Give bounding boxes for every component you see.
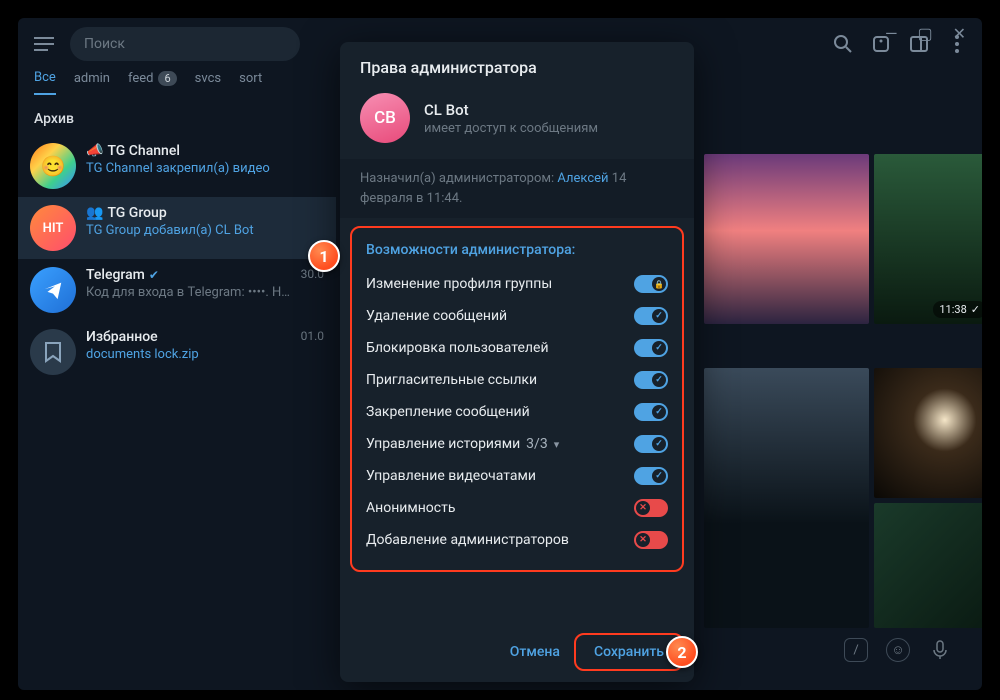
avatar — [30, 329, 76, 375]
chat-subtitle: TG Channel закрепил(а) видео — [86, 161, 324, 176]
profile-status: имеет доступ к сообщениям — [424, 121, 598, 136]
toggle[interactable]: ✕ — [634, 499, 668, 517]
annotation-callout-1: 1 — [308, 240, 340, 272]
maximize-button[interactable]: ▢ — [917, 24, 932, 43]
toggle[interactable]: 🔒 — [634, 275, 668, 293]
search-icon[interactable] — [830, 31, 856, 57]
chat-title: 👥 TG Group — [86, 205, 324, 221]
perm-pin-messages[interactable]: Закрепление сообщений ✓ — [362, 396, 672, 428]
admin-rights-modal: Права администратора CB CL Bot имеет дос… — [340, 42, 694, 682]
chat-item[interactable]: HIT 👥 TG Group TG Group добавил(а) CL Bo… — [18, 197, 336, 259]
emoji-icon[interactable]: ☺ — [886, 638, 910, 662]
tab-svcs[interactable]: svcs — [195, 71, 221, 94]
appointed-by-link[interactable]: Алексей — [557, 171, 608, 186]
hamburger-menu-icon[interactable] — [30, 30, 58, 58]
chat-list: 😊 📣 TG Channel TG Channel закрепил(а) ви… — [18, 135, 336, 383]
avatar — [30, 267, 76, 313]
media-thumb[interactable] — [874, 503, 982, 628]
toggle[interactable]: ✓ — [634, 435, 668, 453]
message-input-bar: / ☺ — [704, 630, 960, 670]
command-icon[interactable]: / — [844, 638, 868, 662]
modal-title: Права администратора — [340, 42, 694, 89]
chat-item[interactable]: 😊 📣 TG Channel TG Channel закрепил(а) ви… — [18, 135, 336, 197]
chat-item[interactable]: Telegram ✔ Код для входа в Telegram: •••… — [18, 259, 336, 321]
chat-title: Избранное — [86, 329, 291, 345]
avatar: HIT — [30, 205, 76, 251]
media-thumb[interactable]: 11:38✓ — [874, 154, 982, 324]
permissions-section: Возможности администратора: Изменение пр… — [350, 226, 684, 572]
search-placeholder: Поиск — [84, 36, 125, 52]
permissions-header: Возможности администратора: — [362, 240, 672, 268]
media-time-badge: 11:38✓ — [933, 301, 982, 318]
chat-subtitle: documents lock.zip — [86, 347, 291, 362]
tab-sort[interactable]: sort — [239, 71, 262, 94]
profile-avatar: CB — [360, 93, 410, 143]
tab-feed-badge: 6 — [158, 71, 176, 86]
chat-item[interactable]: Избранное documents lock.zip 01.0 — [18, 321, 336, 383]
tab-feed[interactable]: feed6 — [128, 71, 177, 94]
window-controls: — ▢ ✕ — [869, 18, 982, 49]
toggle[interactable]: ✕ — [634, 531, 668, 549]
perm-manage-stories[interactable]: Управление историями 3/3 ▾ ✓ — [362, 428, 672, 460]
voice-message-icon[interactable] — [928, 638, 952, 662]
tab-admin[interactable]: admin — [74, 71, 110, 94]
modal-profile: CB CL Bot имеет доступ к сообщениям — [340, 89, 694, 159]
perm-manage-videochats[interactable]: Управление видеочатами ✓ — [362, 460, 672, 492]
verified-icon: ✔ — [149, 268, 159, 282]
toggle[interactable]: ✓ — [634, 467, 668, 485]
modal-actions: Отмена Сохранить — [340, 626, 694, 682]
media-thumb[interactable] — [874, 368, 982, 498]
chat-time: 01.0 — [301, 329, 324, 343]
minimize-button[interactable]: — — [885, 24, 898, 43]
toggle[interactable]: ✓ — [634, 339, 668, 357]
media-thumb[interactable] — [704, 154, 869, 324]
chat-subtitle: TG Group добавил(а) CL Bot — [86, 223, 324, 238]
chevron-down-icon: ▾ — [554, 438, 560, 451]
chat-title: 📣 TG Channel — [86, 143, 324, 159]
search-input[interactable]: Поиск — [70, 27, 300, 61]
perm-anonymous[interactable]: Анонимность ✕ — [362, 492, 672, 524]
avatar: 😊 — [30, 143, 76, 189]
perm-change-profile[interactable]: Изменение профиля группы 🔒 — [362, 268, 672, 300]
perm-delete-messages[interactable]: Удаление сообщений ✓ — [362, 300, 672, 332]
save-button[interactable]: Сохранить — [580, 636, 678, 668]
media-thumb[interactable] — [704, 368, 869, 628]
tab-all[interactable]: Все — [34, 70, 56, 95]
perm-ban-users[interactable]: Блокировка пользователей ✓ — [362, 332, 672, 364]
cancel-button[interactable]: Отмена — [496, 636, 574, 668]
close-button[interactable]: ✕ — [953, 24, 966, 43]
app-window: — ▢ ✕ Поиск Все admin feed6 svcs sort Ар… — [18, 18, 982, 690]
toggle[interactable]: ✓ — [634, 371, 668, 389]
toggle[interactable]: ✓ — [634, 307, 668, 325]
toggle[interactable]: ✓ — [634, 403, 668, 421]
profile-name: CL Bot — [424, 101, 598, 119]
chat-subtitle: Код для входа в Telegram: ••••. Не д — [86, 285, 291, 300]
perm-invite-links[interactable]: Пригласительные ссылки ✓ — [362, 364, 672, 396]
chat-title: Telegram ✔ — [86, 267, 291, 283]
lock-icon: 🔒 — [654, 280, 664, 289]
perm-add-admins[interactable]: Добавление администраторов ✕ — [362, 524, 672, 556]
appointed-by-text: Назначил(а) администратором: Алексей 14 … — [340, 159, 694, 218]
annotation-callout-2: 2 — [666, 636, 698, 668]
